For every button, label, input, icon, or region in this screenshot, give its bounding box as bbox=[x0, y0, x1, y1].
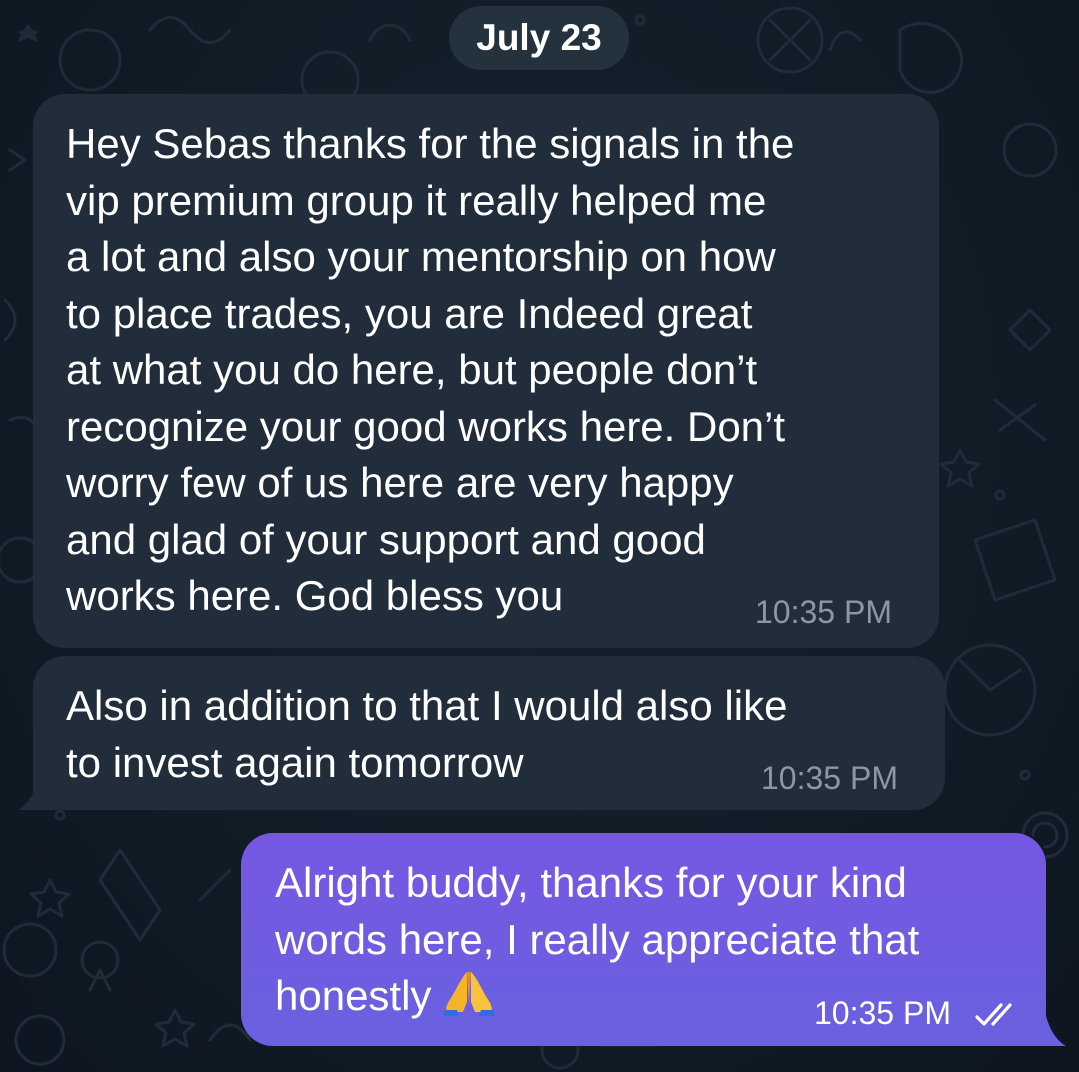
message-line: and glad of your support and good bbox=[66, 515, 706, 563]
message-bubble-incoming[interactable]: Also in addition to that I would also li… bbox=[33, 656, 945, 810]
message-bubble-outgoing[interactable]: Alright buddy, thanks for your kind word… bbox=[241, 833, 1046, 1046]
message-text: Hey Sebas thanks for the signals in the … bbox=[66, 116, 794, 625]
message-line: Also in addition to that I would also li… bbox=[66, 682, 788, 729]
bubble-tail-outgoing bbox=[1046, 1016, 1066, 1046]
message-line: Hey Sebas thanks for the signals in the bbox=[66, 120, 795, 167]
message-line: vip premium group it really helped me bbox=[66, 176, 767, 224]
double-check-read-icon bbox=[975, 1003, 1012, 1026]
message-line: to invest again tomorrow bbox=[66, 738, 524, 786]
message-line: works here. God bless you bbox=[66, 572, 564, 619]
date-separator-label: July 23 bbox=[476, 17, 602, 58]
message-line: recognize your good works here. Don’t bbox=[66, 402, 786, 450]
folded-hands-emoji bbox=[443, 968, 496, 1031]
message-line: to place trades, you are Indeed great bbox=[66, 289, 753, 337]
message-line: worry few of us here are very happy bbox=[66, 459, 734, 506]
message-timestamp: 10:35 PM bbox=[814, 995, 951, 1031]
message-line: at what you do here, but people don’t bbox=[66, 346, 758, 393]
date-separator: July 23 bbox=[449, 6, 629, 70]
message-line: a lot and also your mentorship on how bbox=[66, 233, 776, 280]
message-text: Also in addition to that I would also li… bbox=[66, 678, 787, 791]
message-bubble-incoming[interactable]: Hey Sebas thanks for the signals in the … bbox=[33, 94, 939, 648]
message-line: Alright buddy, thanks for your kind bbox=[275, 859, 907, 906]
message-line: words here, I really appreciate that bbox=[275, 915, 920, 963]
message-timestamp: 10:35 PM bbox=[755, 594, 892, 630]
bubble-tail-incoming bbox=[18, 780, 38, 810]
message-line-text: honestly bbox=[275, 972, 432, 1019]
message-timestamp: 10:35 PM bbox=[761, 760, 898, 796]
